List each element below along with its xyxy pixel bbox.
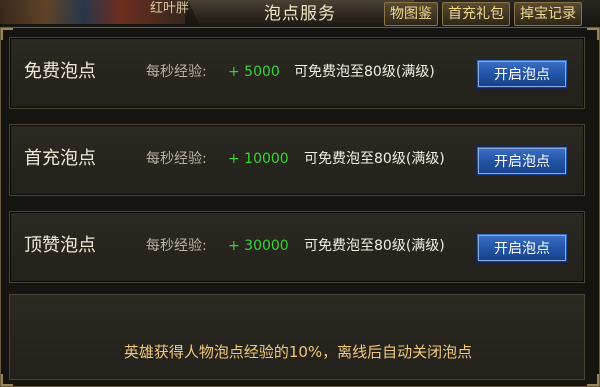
corner-ornament [587, 28, 599, 40]
start-afk-button[interactable]: 开启泡点 [476, 233, 568, 263]
page-title: 泡点服务 [264, 4, 336, 24]
exp-value: + 5000 [228, 64, 280, 80]
tab-item-atlas[interactable]: 物图鉴 [384, 2, 438, 26]
corner-ornament [1, 28, 13, 40]
row-description: 可免费泡至80级(满级) [304, 238, 445, 254]
corner-ornament [587, 374, 599, 386]
player-name-label: 红叶胖 [150, 1, 190, 16]
service-panel: 免费泡点 每秒经验: + 5000 可免费泡至80级(满级) 开启泡点 首充泡点… [0, 27, 600, 387]
footer-note: 英雄获得人物泡点经验的10%，离线后自动关闭泡点 [123, 343, 473, 361]
row-description: 可免费泡至80级(满级) [294, 64, 435, 80]
service-row-free: 免费泡点 每秒经验: + 5000 可免费泡至80级(满级) 开启泡点 [9, 37, 585, 109]
tab-drop-records[interactable]: 掉宝记录 [514, 2, 582, 26]
service-row-first-charge: 首充泡点 每秒经验: + 10000 可免费泡至80级(满级) 开启泡点 [9, 124, 585, 196]
exp-label: 每秒经验: [146, 151, 207, 167]
service-row-top-like: 顶赞泡点 每秒经验: + 30000 可免费泡至80级(满级) 开启泡点 [9, 211, 585, 283]
start-afk-button[interactable]: 开启泡点 [476, 59, 568, 89]
tab-first-charge-gift[interactable]: 首充礼包 [442, 2, 510, 26]
row-description: 可免费泡至80级(满级) [304, 151, 445, 167]
footer-note-area: 英雄获得人物泡点经验的10%，离线后自动关闭泡点 [9, 294, 585, 380]
exp-label: 每秒经验: [146, 238, 207, 254]
row-title: 免费泡点 [24, 61, 96, 82]
exp-label: 每秒经验: [146, 64, 207, 80]
start-afk-button[interactable]: 开启泡点 [476, 146, 568, 176]
corner-ornament [1, 374, 13, 386]
row-title: 首充泡点 [24, 148, 96, 169]
top-tabs: 物图鉴 首充礼包 掉宝记录 [384, 2, 582, 26]
row-title: 顶赞泡点 [24, 235, 96, 256]
exp-value: + 30000 [228, 238, 289, 254]
exp-value: + 10000 [228, 151, 289, 167]
